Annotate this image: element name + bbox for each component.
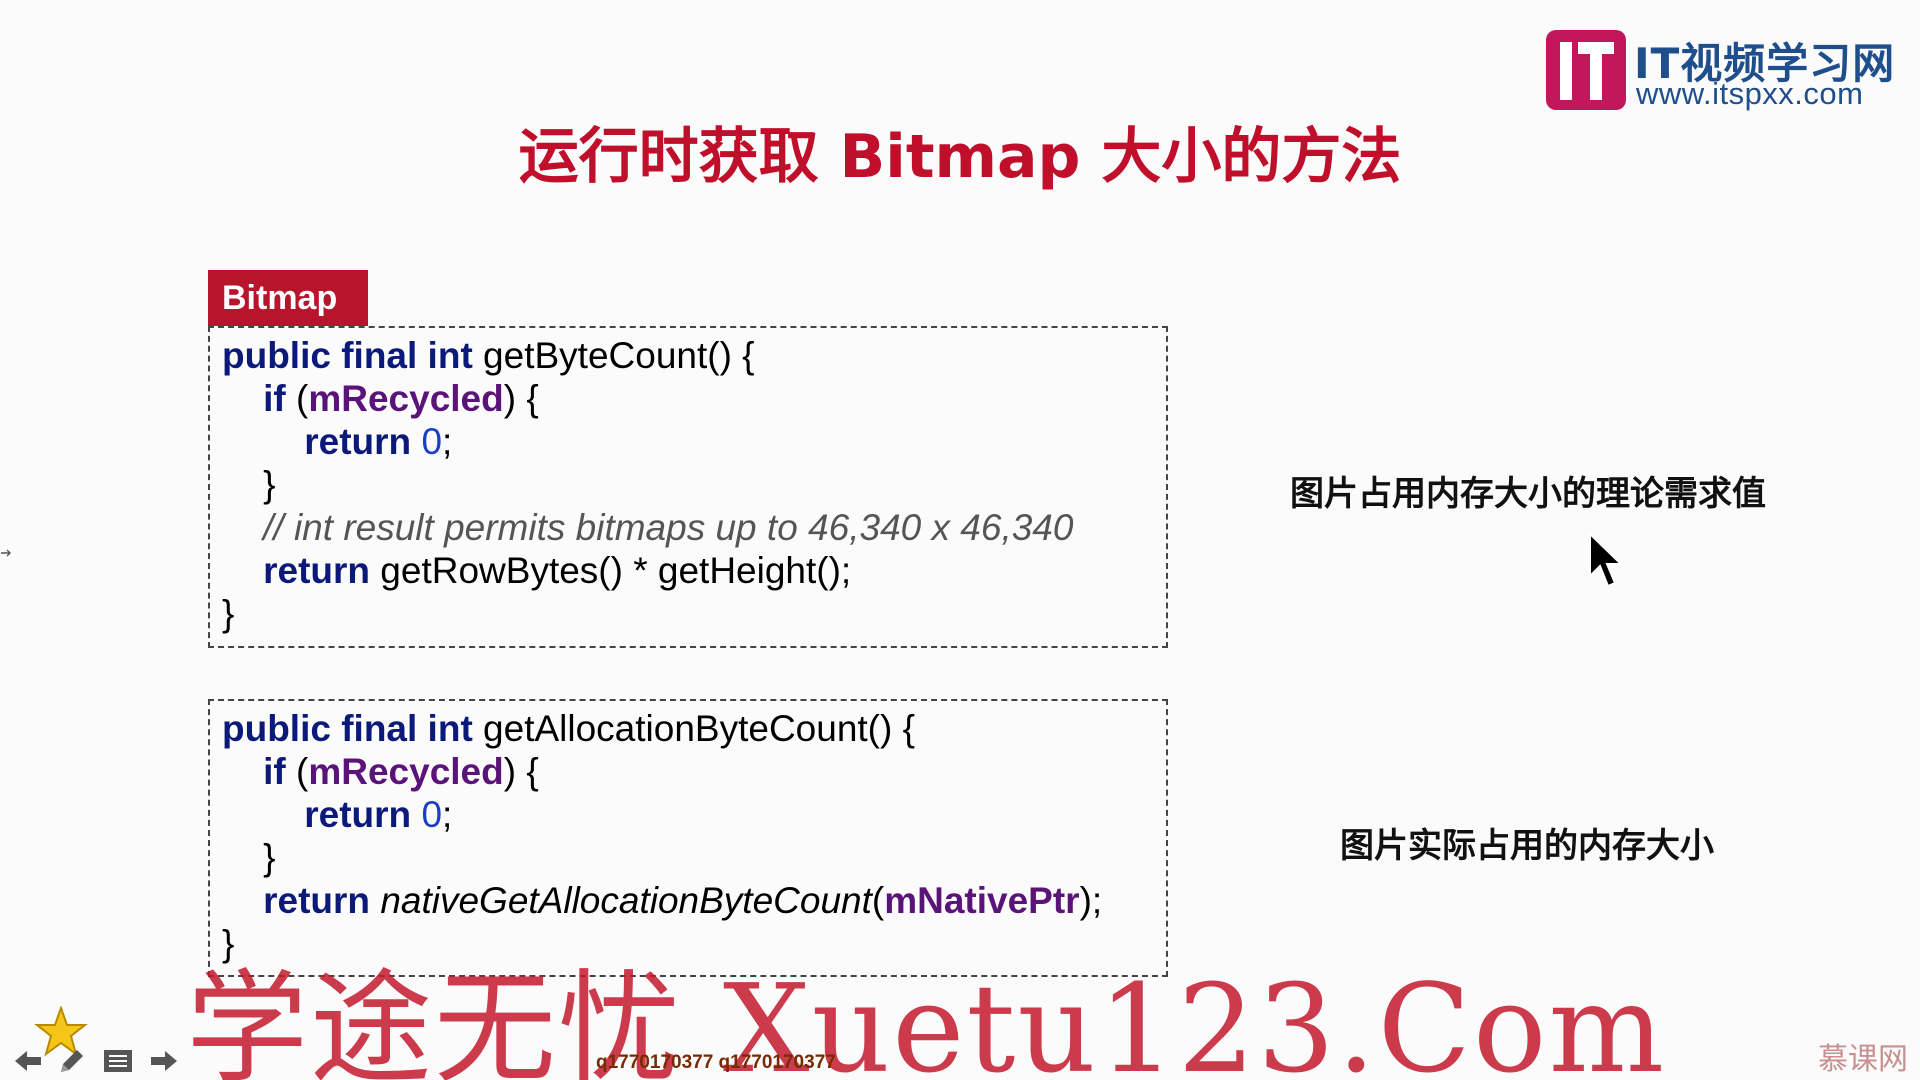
code-token: ; (442, 794, 453, 835)
code-token: public final int (222, 708, 473, 749)
site-logo: IT视频学习网 www.itspxx.com (1546, 30, 1906, 116)
code-token: // int result permits bitmaps up to 46,3… (222, 507, 1074, 548)
code-line: } (222, 592, 234, 635)
menu-icon[interactable] (100, 1044, 136, 1078)
arrow-right-icon[interactable] (146, 1044, 182, 1078)
code-token: 0 (421, 794, 443, 835)
code-token: ); (1079, 880, 1103, 921)
code-token: ) { (503, 751, 539, 792)
logo-url: www.itspxx.com (1636, 76, 1864, 111)
code-token: } (222, 464, 276, 505)
class-tag: Bitmap (208, 270, 368, 326)
code-token: ( (871, 880, 885, 921)
code-token: return (263, 880, 371, 921)
code-token: return (304, 794, 412, 835)
code-line: return nativeGetAllocationByteCount(mNat… (222, 879, 1102, 922)
watermark-text: 学途无忧 Xuetu123.Com (186, 958, 1667, 1080)
code-block-get-byte-count: public final int getByteCount() { if (mR… (208, 326, 1168, 648)
code-token: mNativePtr (884, 880, 1080, 921)
code-token: ( (285, 751, 309, 792)
code-token: nativeGetAllocationByteCount (380, 880, 872, 921)
code-token: if (263, 378, 286, 419)
pen-icon[interactable] (54, 1044, 90, 1078)
slide: IT视频学习网 www.itspxx.com 运行时获取 Bitmap 大小的方… (0, 0, 1920, 1080)
code-token: } (222, 837, 276, 878)
code-line: if (mRecycled) { (222, 377, 539, 420)
code-line: // int result permits bitmaps up to 46,3… (222, 506, 1073, 549)
code-line: return getRowBytes() * getHeight(); (222, 549, 851, 592)
code-line: public final int getByteCount() { (222, 334, 755, 377)
code-token: mRecycled (308, 751, 504, 792)
code-token: public final int (222, 335, 473, 376)
slide-nav-toolbar (10, 1006, 190, 1076)
qq-watermark: q1770170377 q1770170377 (596, 1052, 836, 1073)
code-token: if (263, 751, 286, 792)
note-theoretical-size: 图片占用内存大小的理论需求值 (1290, 474, 1766, 514)
code-token: getByteCount() { (472, 335, 755, 376)
mouse-pointer-icon (1589, 532, 1624, 588)
code-token: return (263, 550, 371, 591)
brand-watermark: 慕课网 (1818, 1042, 1908, 1077)
code-token: getAllocationByteCount() { (472, 708, 915, 749)
code-token: } (222, 593, 235, 634)
note-actual-size: 图片实际占用的内存大小 (1340, 826, 1714, 866)
code-token: ; (442, 421, 453, 462)
code-line: return 0; (222, 793, 452, 836)
edge-marker-icon (0, 544, 12, 557)
code-line: if (mRecycled) { (222, 750, 539, 793)
code-token: ( (285, 378, 309, 419)
code-line: } (222, 463, 275, 506)
code-token: ) { (503, 378, 539, 419)
arrow-left-icon[interactable] (10, 1044, 46, 1078)
code-token: mRecycled (308, 378, 504, 419)
code-token: return (304, 421, 412, 462)
code-line: return 0; (222, 420, 452, 463)
it-logo-icon (1546, 30, 1626, 110)
code-token: 0 (421, 421, 443, 462)
code-line: } (222, 836, 275, 879)
code-line: public final int getAllocationByteCount(… (222, 707, 915, 750)
code-token: getRowBytes() * getHeight(); (370, 550, 852, 591)
slide-title: 运行时获取 Bitmap 大小的方法 (518, 122, 1402, 192)
